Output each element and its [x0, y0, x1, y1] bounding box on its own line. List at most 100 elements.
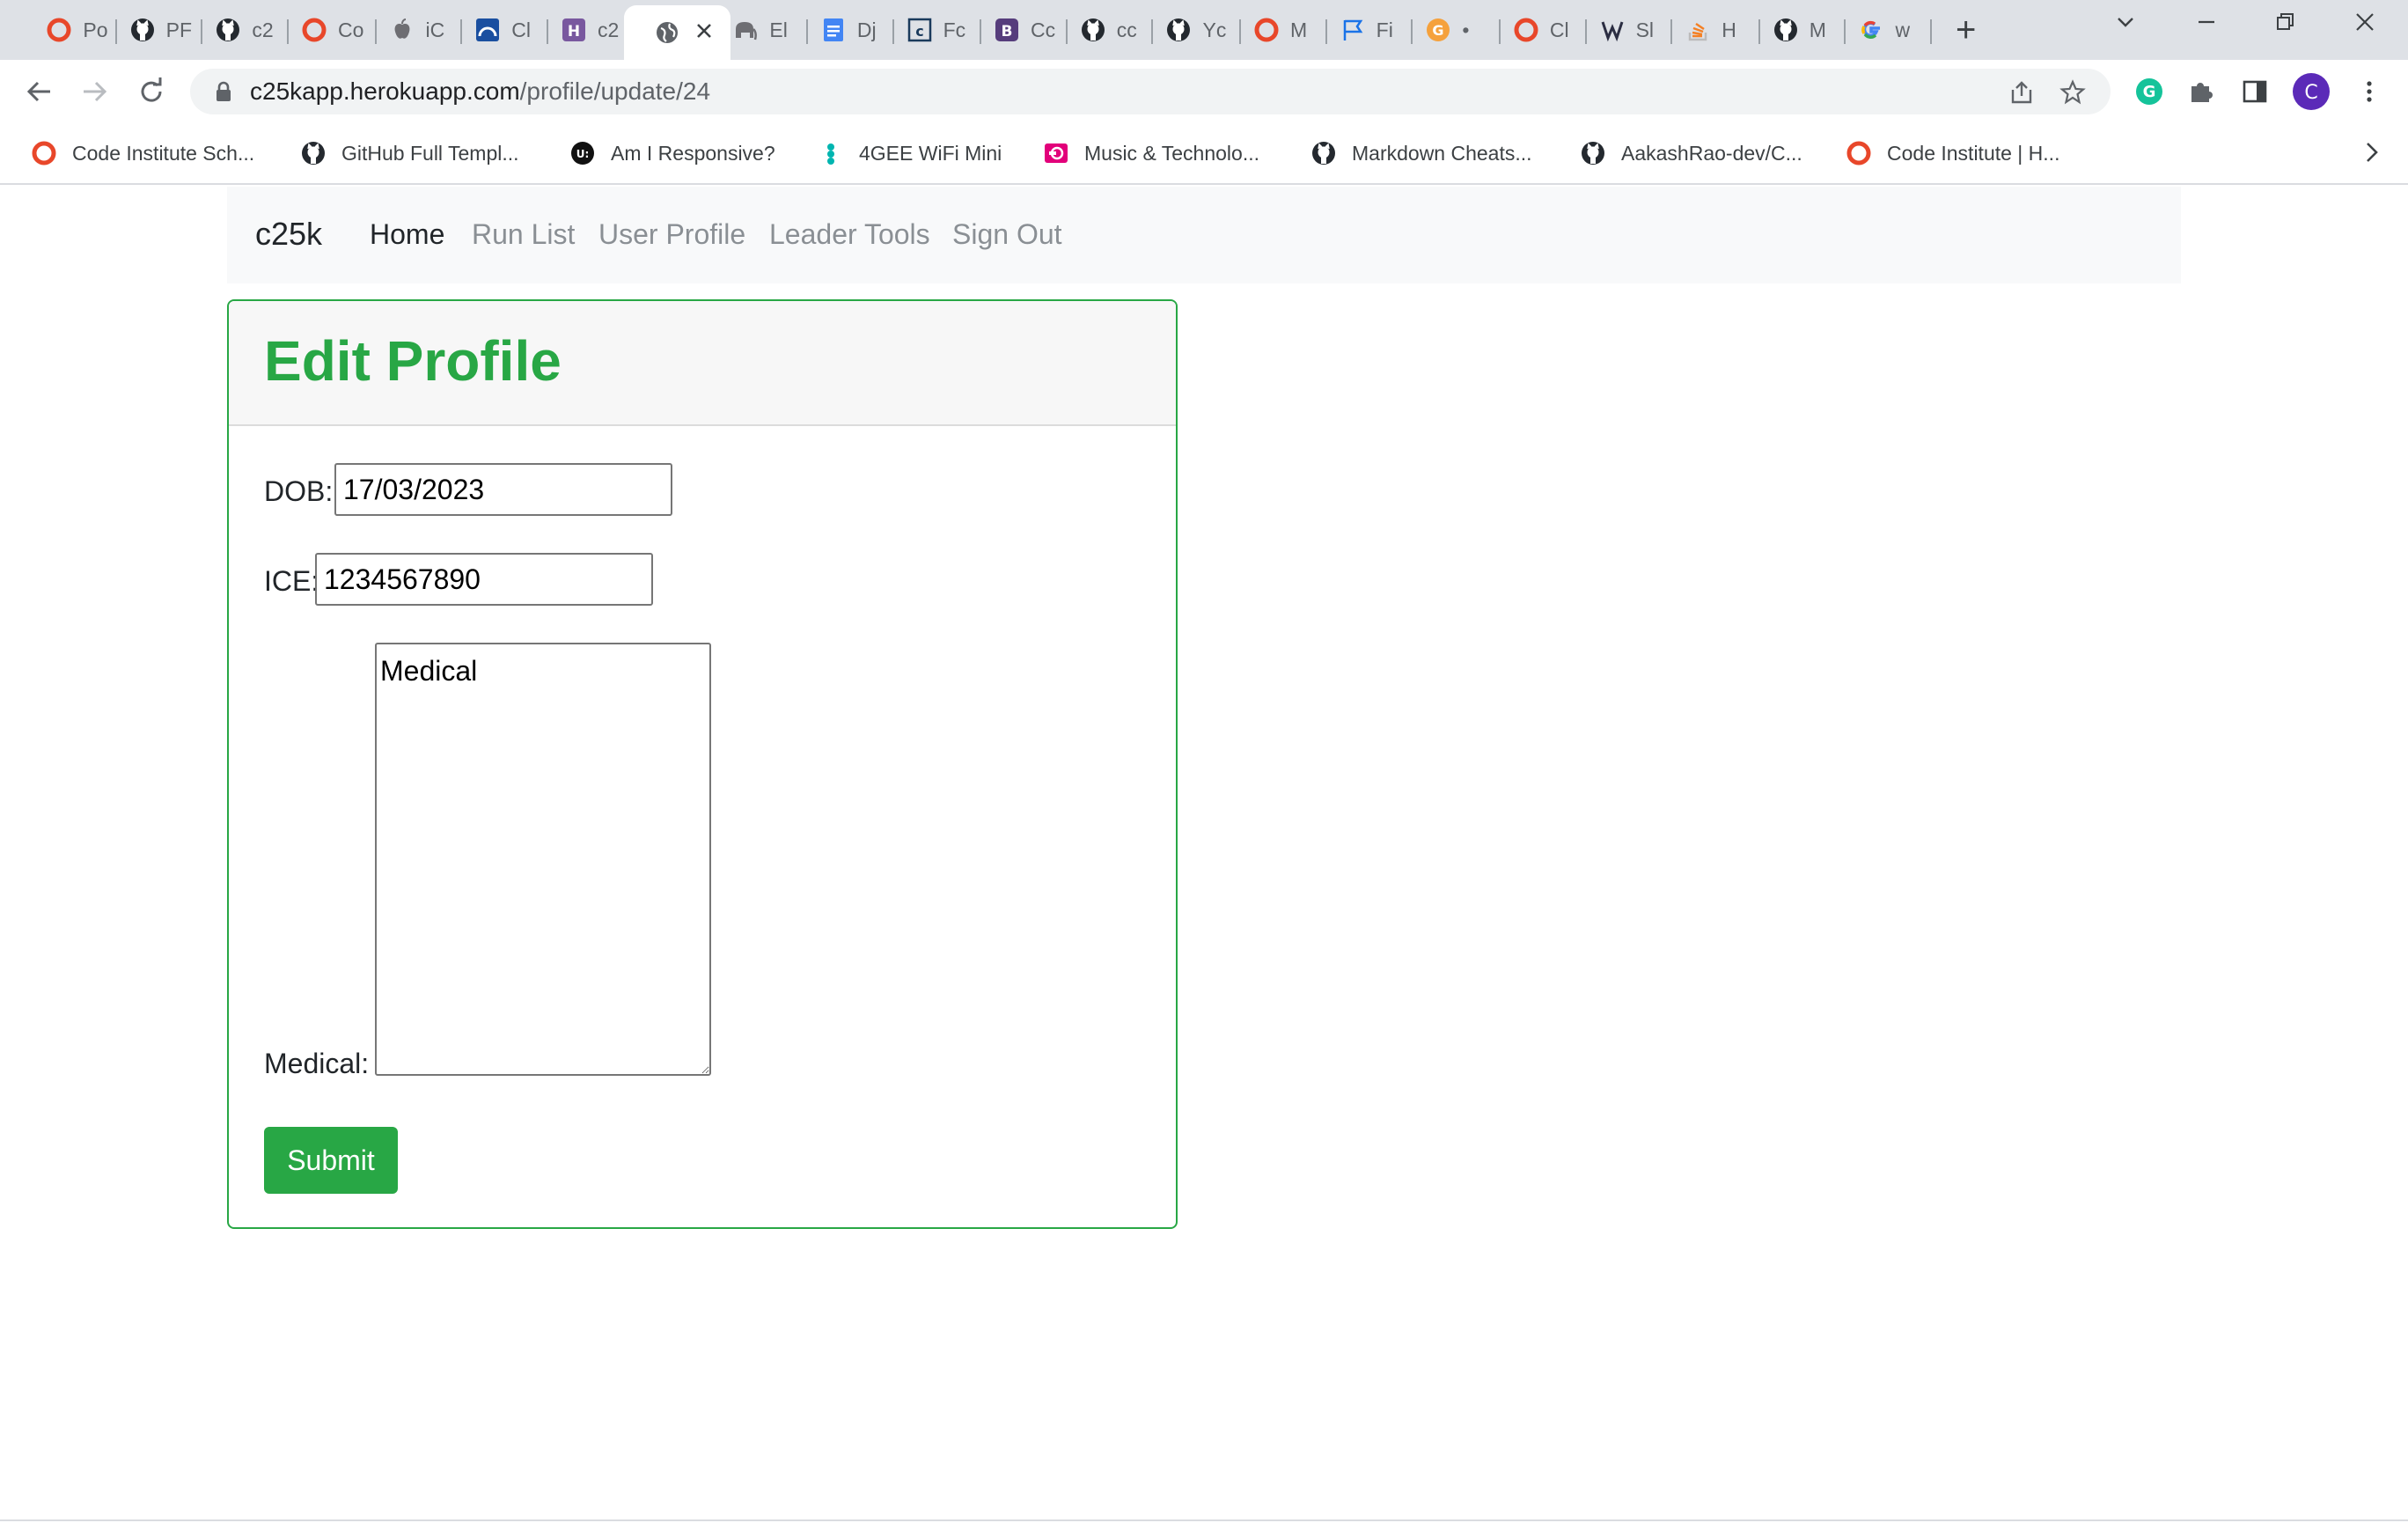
tab-search-icon[interactable] — [2112, 9, 2139, 45]
ee-icon — [817, 139, 845, 167]
site-navbar: c25k Home Run List User Profile Leader T… — [227, 187, 2181, 283]
browser-tab[interactable] — [623, 5, 731, 60]
url-text[interactable]: c25kapp.herokuapp.com/profile/update/24 — [250, 77, 710, 106]
window-bottom-divider — [0, 1519, 2408, 1521]
nav-link-sign-out[interactable]: Sign Out — [952, 217, 1062, 252]
site-brand[interactable]: c25k — [255, 217, 322, 252]
code-institute-icon — [46, 17, 72, 43]
dob-label: DOB: — [264, 475, 334, 507]
browser-tab[interactable]: B Cc — [981, 7, 1068, 53]
ice-input[interactable] — [315, 553, 653, 606]
bookmark-item[interactable]: AakashRao-dev/C... — [1579, 136, 1802, 171]
extensions-puzzle-icon[interactable] — [2184, 76, 2216, 107]
url-path: /profile/update/24 — [519, 77, 711, 105]
browser-tab[interactable]: Cl — [1501, 7, 1587, 53]
tab-separator — [1930, 19, 1933, 44]
bookmark-star-icon[interactable] — [2059, 79, 2086, 106]
svg-text:U:: U: — [576, 148, 590, 160]
card-header: Edit Profile — [229, 301, 1176, 426]
google-icon — [1858, 17, 1884, 43]
chrome-menu-icon[interactable] — [2353, 76, 2385, 107]
nav-link-run-list[interactable]: Run List — [472, 217, 575, 252]
profile-initial: C — [2304, 82, 2317, 104]
new-tab-button[interactable]: + — [1956, 11, 1976, 49]
tab-title: Fi — [1376, 18, 1393, 41]
nav-link-home[interactable]: Home — [370, 217, 444, 252]
code-institute-icon — [301, 17, 327, 43]
browser-tab[interactable]: Hc2 — [548, 7, 635, 53]
page-title: Edit Profile — [264, 329, 562, 393]
bookmark-label: Code Institute | H... — [1887, 141, 2060, 165]
browser-tab[interactable]: w — [1846, 7, 1933, 53]
medical-label: Medical: — [264, 1048, 370, 1079]
tab-title: Fc — [943, 18, 966, 41]
bookmark-label: Code Institute Sch... — [72, 141, 255, 165]
tab-title: Po — [83, 18, 108, 41]
medical-textarea[interactable]: Medical — [375, 643, 711, 1076]
browser-tab[interactable]: PF — [117, 7, 203, 53]
github-icon — [1080, 17, 1106, 43]
globe-icon — [654, 19, 680, 46]
hamburger-icon — [1599, 17, 1626, 43]
reload-icon[interactable] — [134, 74, 169, 109]
bookmark-item[interactable]: 4GEE WiFi Mini — [817, 136, 1002, 171]
browser-tab[interactable]: H — [1672, 7, 1760, 53]
bookmark-item[interactable]: GitHub Full Templ... — [299, 136, 519, 171]
nav-link-leader-tools[interactable]: Leader Tools — [769, 217, 930, 252]
bookmark-item[interactable]: Music & Technolo... — [1042, 136, 1259, 171]
more-bookmarks-chevron-icon[interactable] — [2359, 139, 2385, 170]
apple-icon — [389, 17, 415, 43]
browser-tab[interactable]: cc — [1068, 7, 1154, 53]
side-panel-icon[interactable] — [2239, 76, 2271, 107]
share-icon[interactable] — [2008, 79, 2035, 106]
bootstrap-icon: B — [994, 17, 1020, 43]
close-window-icon[interactable] — [2352, 9, 2378, 45]
tab-title: Sl — [1635, 18, 1655, 41]
code-institute-icon — [30, 139, 58, 167]
tab-title: Yc — [1202, 18, 1227, 41]
forward-arrow-icon[interactable] — [77, 74, 113, 109]
bookmark-label: AakashRao-dev/C... — [1621, 141, 1802, 165]
browser-toolbar: c25kapp.herokuapp.com/profile/update/24 … — [0, 60, 2408, 123]
flag-icon — [1340, 17, 1366, 43]
browser-tab[interactable]: c2 — [202, 7, 290, 53]
browser-tab[interactable]: Co — [289, 7, 377, 53]
browser-tab[interactable]: Sl — [1587, 7, 1673, 53]
stackoverflow-icon — [1685, 17, 1711, 43]
browser-tab[interactable]: iC — [377, 7, 463, 53]
lock-icon[interactable] — [215, 81, 232, 107]
browser-tab[interactable]: G • — [1413, 7, 1501, 53]
tab-title: Cc — [1031, 18, 1056, 41]
grammarly-extension-icon[interactable]: G — [2133, 76, 2165, 107]
back-arrow-icon[interactable] — [21, 74, 56, 109]
restore-icon[interactable] — [2272, 9, 2299, 45]
music-icon — [1042, 139, 1070, 167]
browser-tab[interactable]: Po — [33, 7, 117, 53]
bookmark-item[interactable]: Code Institute | H... — [1845, 136, 2059, 171]
dob-input[interactable] — [334, 463, 672, 516]
address-bar[interactable]: c25kapp.herokuapp.com/profile/update/24 — [190, 69, 2111, 114]
minimize-icon[interactable] — [2193, 9, 2220, 45]
github-icon — [1310, 139, 1338, 167]
bookmark-item[interactable]: Code Institute Sch... — [30, 136, 254, 171]
browser-tab[interactable]: Cl — [462, 7, 548, 53]
docs-icon: c — [907, 17, 933, 43]
ui-icon: U: — [569, 139, 597, 167]
submit-button[interactable]: Submit — [264, 1127, 398, 1194]
browser-tab[interactable]: El — [720, 7, 808, 53]
bookmark-item[interactable]: Markdown Cheats... — [1310, 136, 1532, 171]
browser-tab[interactable]: M — [1760, 7, 1846, 53]
browser-tab[interactable]: Fi — [1327, 7, 1413, 53]
browser-tab[interactable]: Yc — [1153, 7, 1241, 53]
browser-tab[interactable]: c Fc — [894, 7, 982, 53]
tab-title: • — [1462, 18, 1470, 41]
bookmark-item[interactable]: U: Am I Responsive? — [569, 136, 775, 171]
heroku-icon: H — [561, 17, 587, 43]
tab-title: PF — [165, 18, 192, 41]
profile-avatar[interactable]: C — [2292, 72, 2331, 111]
close-tab-icon[interactable] — [694, 19, 714, 47]
nav-link-user-profile[interactable]: User Profile — [598, 217, 745, 252]
browser-tab[interactable]: M — [1241, 7, 1327, 53]
bookmark-label: Music & Technolo... — [1084, 141, 1260, 165]
browser-tab[interactable]: Dj — [808, 7, 894, 53]
